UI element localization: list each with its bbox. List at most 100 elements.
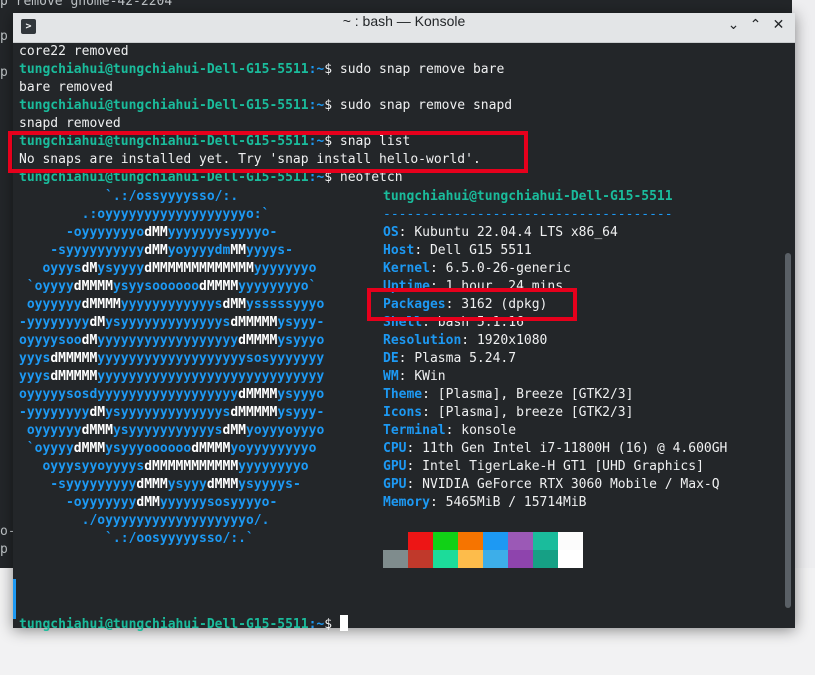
info-colon: : [406,441,423,456]
info-row: Theme: [Plasma], Breeze [GTK2/3] [383,386,633,404]
info-colon: : [414,243,430,258]
terminal-area[interactable]: core22 removed tungchiahui@tungchiahui-D… [8,43,795,632]
logo-line: oyyyyysosdyyyyyyyyyyyyyyyyyydMMMMysyyyo [19,387,325,402]
info-colon: : [398,369,415,384]
info-row: GPU: NVIDIA GeForce RTX 3060 Mobile / Ma… [383,476,720,494]
palette-swatch [433,532,458,550]
palette-swatch [558,550,583,568]
info-row: Memory: 5465MiB / 15714MiB [383,494,587,512]
info-value: [Plasma], breeze [GTK2/3] [437,405,634,420]
info-value: 6.5.0-26-generic [445,261,571,276]
logo-line: `oyyyydMMMysyyyoooooodMMMMyoyyyyyyyyo [19,441,317,456]
info-value: Dell G15 5511 [429,243,532,258]
logo-line: -yyyyyyyydMysyyyyyyyyyyyyysdMMMMMysyyy- [19,405,325,420]
scrollbar[interactable] [785,253,791,608]
current-prompt: tungchiahui@tungchiahui-Dell-G15-5511:~$ [19,615,348,634]
prompt-path: :~ [308,98,325,113]
close-button[interactable]: ✕ [768,17,789,38]
logo-line: oyyyysoodMyyyyyyyyyyyyyyyyyydMMMMysyyyo [19,333,325,348]
highlight-box-packages [367,288,577,321]
prompt-symbol: $ [324,617,333,632]
chevron-down-icon: ⌄ [727,17,740,33]
text-cursor [339,615,348,631]
info-value: 11th Gen Intel i7-11800H (16) @ 4.600GH [422,441,728,456]
info-key: DE [383,351,399,366]
info-key: Resolution [383,333,462,348]
logo-line: oyyyyyydMMMMyyyyyyyyyyyysdMMysssssyyyo [19,297,325,312]
info-colon: : [445,423,462,438]
info-colon: : [398,351,415,366]
info-colon: : [422,387,438,402]
palette-swatch [383,532,408,550]
prompt-symbol: $ [324,62,333,77]
info-key: WM [383,369,399,384]
palette-swatch [383,550,408,568]
palette-swatch [508,532,533,550]
prompt-path: :~ [308,62,325,77]
prompt-line: tungchiahui@tungchiahui-Dell-G15-5511:~$… [19,97,512,115]
chevron-up-icon: ⌃ [749,17,762,33]
neofetch-user-host: tungchiahui@tungchiahui-Dell-G15-5511 [383,189,673,204]
info-colon: : [461,333,477,348]
logo-line: -oyyyyyyyodMMyyyyyyysyyyyo- [19,225,278,240]
info-row: Host: Dell G15 5511 [383,242,532,260]
prompt-line: tungchiahui@tungchiahui-Dell-G15-5511:~$… [19,61,504,79]
command-text: sudo snap remove bare [339,62,505,77]
neofetch-separator: ------------------------------------- [383,207,673,222]
info-colon: : [406,477,423,492]
prompt-user: tungchiahui@tungchiahui-Dell-G15-5511 [19,62,309,77]
info-row: Resolution: 1920x1080 [383,332,547,350]
palette-swatch [533,532,558,550]
logo-line: `oyyyydMMMMysyysoooooodMMMMyyyyyyyyo` [19,279,317,294]
info-key: Icons [383,405,423,420]
neofetch-header: tungchiahui@tungchiahui-Dell-G15-5511 [383,188,673,206]
info-row: DE: Plasma 5.24.7 [383,350,516,368]
palette-swatch [408,550,433,568]
prompt-symbol: $ [324,98,333,113]
prompt-path: :~ [308,617,325,632]
info-value: 5465MiB / 15714MiB [445,495,587,510]
logo-line: yyysdMMMMMyyyyyyyyyyyyyyyyyyyyyyyyyyyyy [19,369,325,384]
info-colon: : [429,495,446,510]
info-value: Intel TigerLake-H GT1 [UHD Graphics] [422,459,704,474]
info-value: Plasma 5.24.7 [414,351,517,366]
prompt-user: tungchiahui@tungchiahui-Dell-G15-5511 [19,98,309,113]
info-colon: : [429,261,446,276]
palette-swatch [483,550,508,568]
highlight-box-snap-list [8,131,528,173]
logo-line: -syyyyyyyyydMMMysyyydMMMysyyyys- [19,477,301,492]
title-bar[interactable]: > ~ : bash — Konsole ⌄ ⌃ ✕ [13,13,795,43]
logo-line: `.:/ossyyyysso/:. [19,189,239,204]
output-line: bare removed [19,80,113,95]
output-line: core22 removed [19,44,129,59]
info-value: NVIDIA GeForce RTX 3060 Mobile / Max-Q [422,477,720,492]
minimize-button[interactable]: ⌄ [723,17,744,38]
info-key: CPU [383,441,407,456]
palette-swatch [458,550,483,568]
background-line: p [0,65,8,80]
logo-line: -syyyyyyyyyydMMyoyyyydmMMyyyys- [19,243,293,258]
info-value: Kubuntu 22.04.4 LTS x86_64 [414,225,618,240]
info-row: CPU: 11th Gen Intel i7-11800H (16) @ 4.6… [383,440,727,458]
logo-line: ./oyyyyyyyyyyyyyyyyyyo/. [19,513,270,528]
palette-swatch [483,532,508,550]
background-line: p [0,29,8,44]
info-row: WM: KWin [383,368,446,386]
palette-swatch [533,550,558,568]
background-line: p remove gnome-42-2204 [0,0,173,9]
background-line: p [0,542,8,557]
info-key: Theme [383,387,423,402]
info-value: konsole [461,423,517,438]
info-value: KWin [414,369,446,384]
maximize-button[interactable]: ⌃ [745,17,766,38]
logo-line: .:oyyyyyyyyyyyyyyyyyyo:` [19,207,270,222]
window-title: ~ : bash — Konsole [342,13,466,29]
info-row: GPU: Intel TigerLake-H GT1 [UHD Graphics… [383,458,704,476]
palette-swatch [558,532,583,550]
info-key: GPU [383,477,407,492]
palette-swatch [458,532,483,550]
info-row: Terminal: konsole [383,422,516,440]
logo-line: oyyyyyydMMMysyyyyyyyyyyysdMMyoyyyoyyyo [19,423,325,438]
info-row: Icons: [Plasma], breeze [GTK2/3] [383,404,633,422]
info-key: Host [383,243,415,258]
